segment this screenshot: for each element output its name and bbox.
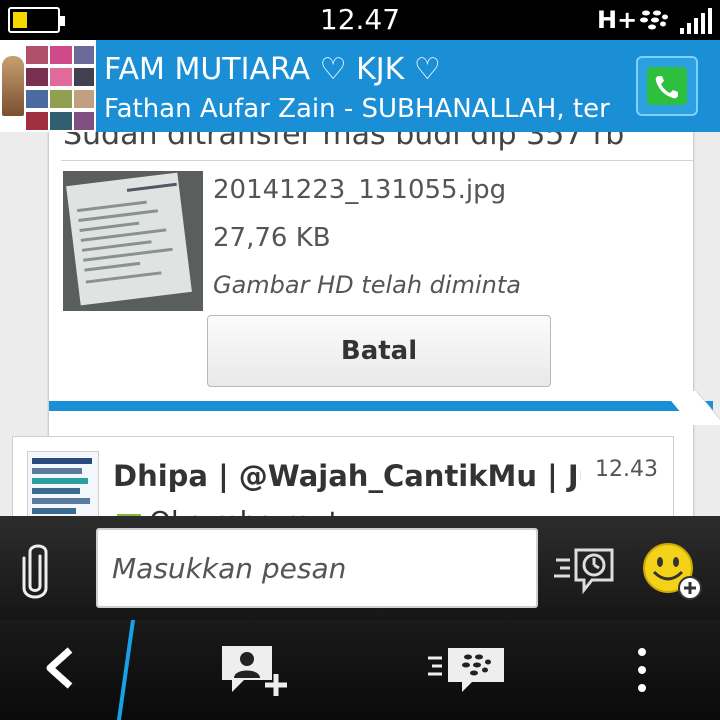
compose-bar (0, 516, 720, 620)
network-type: H+ (597, 6, 638, 34)
message-input[interactable] (96, 528, 538, 608)
divider (61, 160, 693, 161)
paperclip-icon[interactable] (18, 542, 52, 604)
phone-call-icon (647, 67, 687, 105)
message-body: Oke mba mut (149, 505, 340, 516)
cancel-button[interactable]: Batal (207, 315, 551, 387)
overflow-menu-icon[interactable] (638, 648, 646, 702)
blackberry-logo-icon (640, 10, 668, 34)
group-avatar[interactable] (0, 40, 96, 132)
message-time: 12.43 (595, 457, 658, 482)
file-name: 20141223_131055.jpg (213, 175, 507, 205)
bbm-chats-icon[interactable] (426, 644, 508, 700)
status-bar: 12.47 H+ (0, 0, 720, 40)
call-button[interactable] (636, 56, 698, 116)
sender-avatar[interactable] (27, 451, 99, 516)
sender-name: Dhipa | @Wajah_CantikMu | Ju (113, 459, 581, 493)
signal-bars-icon (680, 8, 714, 34)
message-text: ROke mba mut (117, 505, 340, 516)
ping-icon[interactable] (552, 546, 618, 600)
back-divider (116, 620, 136, 720)
back-arrow-icon[interactable] (40, 646, 80, 694)
file-size: 27,76 KB (213, 223, 331, 253)
image-thumbnail[interactable] (63, 171, 203, 311)
sent-indicator-bar (49, 401, 713, 411)
emoticon-add-icon[interactable] (642, 542, 706, 606)
action-bar (0, 620, 720, 720)
chat-area[interactable]: Sudah ditransfer mas budi dip 357 rb 201… (0, 132, 720, 516)
file-status: Gambar HD telah diminta (213, 271, 521, 299)
chat-title[interactable]: FAM MUTIARA ♡ KJK ♡ (104, 52, 441, 87)
chat-subtitle: Fathan Aufar Zain - SUBHANALLAH, terima (104, 94, 610, 124)
invite-contact-icon[interactable] (218, 642, 294, 702)
message-text: Sudah ditransfer mas budi dip 357 rb (63, 132, 625, 152)
message-bubble[interactable]: Dhipa | @Wajah_CantikMu | Ju 12.43 ROke … (12, 436, 674, 516)
